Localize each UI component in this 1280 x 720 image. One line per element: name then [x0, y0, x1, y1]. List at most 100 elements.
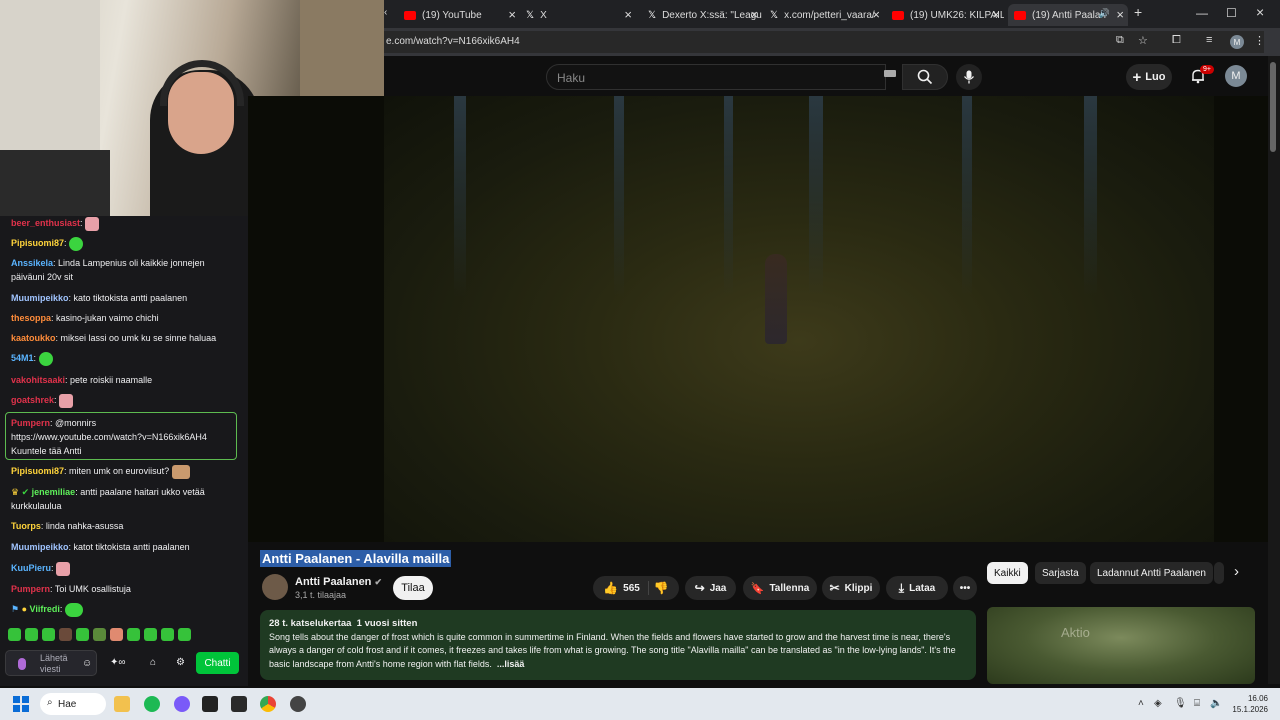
more-actions-button[interactable]: ••• — [953, 576, 977, 600]
chat-username[interactable]: jenemiliae — [32, 487, 76, 497]
chat-username[interactable]: goatshrek — [11, 395, 54, 405]
download-button[interactable]: ⤓ Lataa — [886, 576, 948, 600]
emote-icon[interactable] — [8, 628, 21, 641]
video-player[interactable] — [248, 96, 1268, 542]
maximize-icon[interactable]: ☐ — [1226, 6, 1237, 20]
close-tab-icon[interactable]: × — [508, 7, 516, 22]
youtube-avatar[interactable]: M — [1225, 65, 1247, 87]
microphone-tray-icon[interactable]: 🎙 — [1174, 698, 1187, 709]
extensions-icon[interactable]: ⧠ — [1172, 34, 1181, 47]
bookmark-star-icon[interactable]: ☆ — [1138, 34, 1148, 47]
tab-scroll-left-icon[interactable]: ‹ — [384, 7, 387, 18]
chevron-up-icon[interactable]: ˄ — [1138, 698, 1144, 709]
subscribe-button[interactable]: Tilaa — [393, 576, 433, 600]
browser-tab[interactable]: (19) UMK26: KILPAILU × — [886, 4, 1004, 26]
chat-username[interactable]: beer_enthusiast — [11, 218, 80, 228]
tray-app-icon[interactable]: ◈ — [1154, 698, 1162, 709]
chat-username[interactable]: Muumipeikko — [11, 542, 69, 552]
new-tab-icon[interactable]: + — [1134, 4, 1142, 20]
clip-button[interactable]: ✂ Klippi — [822, 576, 880, 600]
dislike-button[interactable]: 👎 — [654, 581, 669, 595]
keyboard-icon[interactable] — [884, 70, 896, 77]
emote-icon[interactable] — [42, 628, 55, 641]
chat-input[interactable]: Lähetä viesti ☺ — [5, 650, 97, 676]
obs-icon[interactable] — [231, 696, 247, 712]
notion-icon[interactable] — [202, 696, 218, 712]
show-more-link[interactable]: ...lisää — [497, 659, 525, 669]
search-input[interactable]: Haku — [546, 64, 886, 90]
clock[interactable]: 16.06 15.1.2026 — [1232, 693, 1268, 715]
install-app-icon[interactable]: ⧉ — [1116, 34, 1124, 47]
like-button[interactable]: 👍 565 — [603, 581, 649, 595]
emote-icon[interactable] — [127, 628, 140, 641]
search-button[interactable] — [902, 64, 948, 90]
media-control-icon[interactable]: ≡ — [1206, 34, 1212, 46]
chat-username[interactable]: Anssikela — [11, 258, 53, 268]
profile-avatar[interactable]: M — [1230, 35, 1244, 49]
spotify-icon[interactable] — [144, 696, 160, 712]
taskbar-search[interactable]: ⌕ Hae — [40, 693, 106, 715]
chat-username[interactable]: vakohitsaaki — [11, 375, 65, 385]
close-window-icon[interactable]: × — [1256, 4, 1264, 20]
chat-username[interactable]: Viifredi — [30, 604, 60, 614]
url-field[interactable]: e.com/watch?v=N166xik6AH4 ⧉ ☆ — [384, 31, 1264, 53]
chip-all[interactable]: Kaikki — [987, 562, 1028, 584]
emote-icon[interactable] — [161, 628, 174, 641]
chat-username[interactable]: Pumpern — [11, 418, 50, 428]
app-icon[interactable] — [290, 696, 306, 712]
emote-icon[interactable] — [59, 628, 72, 641]
discord-icon[interactable] — [174, 696, 190, 712]
microphone-icon[interactable] — [18, 658, 26, 670]
chat-username[interactable]: 54M1 — [11, 353, 34, 363]
browser-menu-icon[interactable]: ⋮ — [1254, 34, 1265, 47]
recommended-video-thumbnail[interactable]: Aktio — [987, 607, 1255, 684]
chat-username[interactable]: Pipisuomi87 — [11, 238, 64, 248]
chat-username[interactable]: Pumpern — [11, 584, 50, 594]
close-tab-icon[interactable]: × — [750, 7, 758, 22]
browser-tab[interactable]: 𝕏 Dexerto X:ssä: "Leagu × — [642, 4, 762, 26]
browser-tab-active[interactable]: (19) Antti Paalan 🔊 × — [1008, 4, 1128, 26]
minimize-icon[interactable]: — — [1196, 6, 1208, 20]
create-button[interactable]: + Luo — [1126, 64, 1172, 90]
chrome-icon[interactable] — [260, 696, 276, 712]
chip-uploaded-by[interactable]: Ladannut Antti Paalanen — [1090, 562, 1213, 584]
scrollbar-thumb[interactable] — [1270, 62, 1276, 152]
store-icon[interactable]: ⌂ — [150, 657, 156, 668]
emoji-icon[interactable]: ☺ — [82, 658, 92, 669]
volume-icon[interactable]: 🔈 — [1210, 698, 1222, 709]
voice-search-button[interactable] — [956, 64, 982, 90]
close-tab-icon[interactable]: × — [624, 7, 632, 22]
emote-icon[interactable] — [144, 628, 157, 641]
chevron-right-icon[interactable]: › — [1234, 563, 1239, 580]
chat-username[interactable]: Pipisuomi87 — [11, 466, 64, 476]
windows-start-icon[interactable] — [13, 696, 29, 712]
network-icon[interactable]: ⌸ — [1194, 698, 1200, 709]
emote-icon[interactable] — [110, 628, 123, 641]
chat-settings-icon[interactable]: ⚙ — [176, 657, 185, 668]
audio-playing-icon[interactable]: 🔊 — [1099, 8, 1110, 19]
channel-points-icon[interactable]: ✦∞ — [110, 657, 126, 668]
channel-avatar[interactable] — [262, 574, 288, 600]
close-tab-icon[interactable]: × — [992, 7, 1000, 22]
chat-username[interactable]: Tuorps — [11, 521, 41, 531]
browser-tab[interactable]: 𝕏 X × — [520, 4, 636, 26]
chat-username[interactable]: KuuPieru — [11, 563, 51, 573]
save-button[interactable]: 🔖 Tallenna — [743, 576, 817, 600]
chat-username[interactable]: Muumipeikko — [11, 293, 69, 303]
chip-partial[interactable] — [1214, 562, 1224, 584]
file-explorer-icon[interactable] — [114, 696, 130, 712]
emote-icon[interactable] — [178, 628, 191, 641]
chat-send-button[interactable]: Chatti — [196, 652, 239, 674]
chip-series[interactable]: Sarjasta — [1035, 562, 1086, 584]
chat-link[interactable]: https://www.youtube.com/watch?v=N166xik6… — [11, 432, 207, 442]
share-button[interactable]: ↪ Jaa — [685, 576, 736, 600]
browser-tab[interactable]: 𝕏 x.com/petteri_vaara/ × — [764, 4, 884, 26]
close-tab-icon[interactable]: × — [872, 7, 880, 22]
description-box[interactable]: 28 t. katselukertaa 1 vuosi sitten Song … — [260, 610, 976, 680]
emote-icon[interactable] — [25, 628, 38, 641]
emote-icon[interactable] — [76, 628, 89, 641]
chat-username[interactable]: kaatoukko — [11, 333, 56, 343]
channel-name[interactable]: Antti Paalanen ✔ — [295, 576, 382, 588]
chat-username[interactable]: thesoppa — [11, 313, 51, 323]
emote-icon[interactable] — [93, 628, 106, 641]
